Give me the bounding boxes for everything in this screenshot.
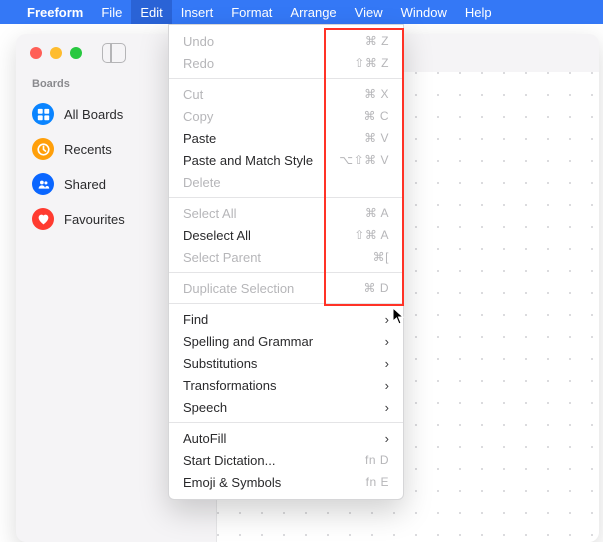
menu-item-label: Spelling and Grammar — [183, 334, 385, 349]
menu-item-redo[interactable]: Redo⇧⌘ Z — [169, 52, 403, 74]
menu-separator — [169, 197, 403, 198]
menu-item-label: Copy — [183, 109, 364, 124]
menu-separator — [169, 272, 403, 273]
menu-item-label: Find — [183, 312, 385, 327]
menubar-item-view[interactable]: View — [346, 0, 392, 24]
menu-item-label: Deselect All — [183, 228, 354, 243]
sidebar-item-label: Shared — [64, 177, 106, 192]
menubar-item-file[interactable]: File — [92, 0, 131, 24]
menubar-item-format[interactable]: Format — [222, 0, 281, 24]
menu-item-label: Select Parent — [183, 250, 373, 265]
menu-item-paste[interactable]: Paste⌘ V — [169, 127, 403, 149]
menu-item-select-parent[interactable]: Select Parent⌘[ — [169, 246, 403, 268]
menu-item-label: Delete — [183, 175, 389, 190]
chevron-right-icon: › — [385, 378, 389, 393]
menu-item-autofill[interactable]: AutoFill› — [169, 427, 403, 449]
menu-item-shortcut: ⌘[ — [373, 250, 389, 264]
sidebar-item-label: All Boards — [64, 107, 123, 122]
heart-icon — [32, 208, 54, 230]
menu-separator — [169, 78, 403, 79]
chevron-right-icon: › — [385, 312, 389, 327]
menu-item-paste-and-match-style[interactable]: Paste and Match Style⌥⇧⌘ V — [169, 149, 403, 171]
menu-item-label: Redo — [183, 56, 354, 71]
mouse-cursor-icon — [392, 307, 406, 325]
chevron-right-icon: › — [385, 334, 389, 349]
menu-item-label: Cut — [183, 87, 364, 102]
menu-item-find[interactable]: Find› — [169, 308, 403, 330]
menu-item-substitutions[interactable]: Substitutions› — [169, 352, 403, 374]
menubar-item-help[interactable]: Help — [456, 0, 501, 24]
close-window-button[interactable] — [30, 47, 42, 59]
menu-item-shortcut: fn D — [365, 453, 389, 467]
menu-item-emoji-symbols[interactable]: Emoji & Symbolsfn E — [169, 471, 403, 493]
minimize-window-button[interactable] — [50, 47, 62, 59]
menu-item-label: Start Dictation... — [183, 453, 365, 468]
menu-item-label: Select All — [183, 206, 365, 221]
zoom-window-button[interactable] — [70, 47, 82, 59]
menubar: Freeform FileEditInsertFormatArrangeView… — [0, 0, 603, 24]
menu-item-shortcut: ⌥⇧⌘ V — [339, 153, 389, 167]
chevron-right-icon: › — [385, 431, 389, 446]
menu-item-label: AutoFill — [183, 431, 385, 446]
menu-item-select-all[interactable]: Select All⌘ A — [169, 202, 403, 224]
menu-item-shortcut: ⌘ X — [364, 87, 389, 101]
menu-item-duplicate-selection[interactable]: Duplicate Selection⌘ D — [169, 277, 403, 299]
sidebar-item-label: Favourites — [64, 212, 125, 227]
menu-item-copy[interactable]: Copy⌘ C — [169, 105, 403, 127]
menubar-item-window[interactable]: Window — [392, 0, 456, 24]
menu-separator — [169, 303, 403, 304]
menu-item-shortcut: ⌘ V — [364, 131, 389, 145]
menu-item-delete[interactable]: Delete — [169, 171, 403, 193]
menu-item-start-dictation[interactable]: Start Dictation...fn D — [169, 449, 403, 471]
chevron-right-icon: › — [385, 356, 389, 371]
sidebar-item-label: Recents — [64, 142, 112, 157]
menu-item-cut[interactable]: Cut⌘ X — [169, 83, 403, 105]
menu-item-shortcut: ⇧⌘ A — [354, 228, 389, 242]
edit-menu: Undo⌘ Z Redo⇧⌘ Z Cut⌘ X Copy⌘ C Paste⌘ V… — [168, 24, 404, 500]
menubar-item-arrange[interactable]: Arrange — [281, 0, 345, 24]
menu-item-label: Duplicate Selection — [183, 281, 364, 296]
chevron-right-icon: › — [385, 400, 389, 415]
menu-item-shortcut: ⌘ D — [364, 281, 390, 295]
menu-item-shortcut: ⇧⌘ Z — [354, 56, 389, 70]
menu-item-label: Paste — [183, 131, 364, 146]
menu-item-label: Paste and Match Style — [183, 153, 339, 168]
menu-separator — [169, 422, 403, 423]
grid-icon — [32, 103, 54, 125]
menu-item-undo[interactable]: Undo⌘ Z — [169, 30, 403, 52]
menubar-item-insert[interactable]: Insert — [172, 0, 223, 24]
menu-item-shortcut: ⌘ A — [365, 206, 389, 220]
menubar-app[interactable]: Freeform — [18, 0, 92, 24]
menubar-item-edit[interactable]: Edit — [131, 0, 171, 24]
menu-item-transformations[interactable]: Transformations› — [169, 374, 403, 396]
menu-item-spelling-and-grammar[interactable]: Spelling and Grammar› — [169, 330, 403, 352]
menu-item-label: Transformations — [183, 378, 385, 393]
menu-item-deselect-all[interactable]: Deselect All⇧⌘ A — [169, 224, 403, 246]
people-icon — [32, 173, 54, 195]
menu-item-label: Undo — [183, 34, 365, 49]
menu-item-shortcut: fn E — [366, 475, 389, 489]
menu-item-speech[interactable]: Speech› — [169, 396, 403, 418]
toggle-sidebar-button[interactable] — [102, 43, 126, 63]
clock-icon — [32, 138, 54, 160]
menu-item-label: Emoji & Symbols — [183, 475, 366, 490]
menu-item-label: Speech — [183, 400, 385, 415]
menu-item-shortcut: ⌘ Z — [365, 34, 389, 48]
menu-item-label: Substitutions — [183, 356, 385, 371]
menu-item-shortcut: ⌘ C — [364, 109, 390, 123]
